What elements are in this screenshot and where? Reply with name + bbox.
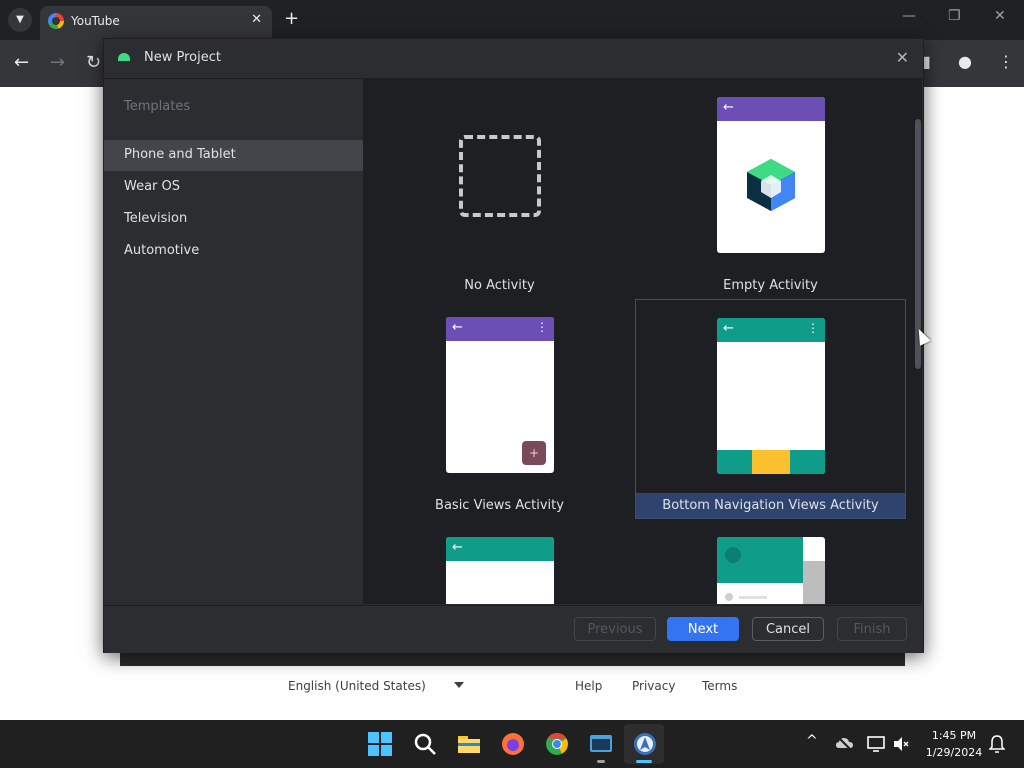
template-card-empty-activity[interactable]: ← Empty Activity [635, 79, 906, 299]
window-restore-button[interactable]: ❐ [948, 8, 961, 24]
google-favicon-icon [48, 13, 64, 29]
finish-button[interactable]: Finish [837, 617, 907, 641]
back-button[interactable]: ← [14, 52, 29, 73]
list-line [739, 596, 767, 599]
template-card-bottom-navigation-views-activity[interactable]: ← ⋮ Bottom Navigation Views Activity [635, 299, 906, 519]
bottom-navigation-bar [717, 450, 825, 474]
browser-tab-bar: ▼ YouTube ✕ + — ❐ ✕ [0, 0, 1024, 40]
profile-icon[interactable]: ● [958, 52, 972, 71]
app-bar: ← ⋮ [446, 317, 554, 341]
back-arrow-icon: ← [452, 540, 463, 555]
phone-preview: ← ⋮ [717, 318, 825, 474]
help-link[interactable]: Help [575, 679, 602, 693]
chrome-icon[interactable] [545, 732, 569, 756]
phone-preview: ← [446, 537, 554, 604]
tab-title: YouTube [71, 14, 120, 28]
template-label: No Activity [464, 278, 535, 293]
back-arrow-icon: ← [723, 321, 734, 336]
phone-preview: ⋮ [717, 537, 825, 604]
template-card-partial-left[interactable]: ← [364, 519, 635, 604]
tray-overflow-chevron-icon[interactable]: ^ [806, 733, 818, 749]
windows-start-icon[interactable] [368, 732, 392, 756]
bottom-nav-active-tab [752, 450, 790, 474]
sidebar-item-label: Television [124, 211, 188, 226]
terminal-running-indicator [597, 760, 605, 763]
terminal-app-icon[interactable] [589, 732, 613, 756]
privacy-link[interactable]: Privacy [632, 679, 675, 693]
app-bar: ← [717, 97, 825, 121]
templates-sidebar: Templates Phone and Tablet Wear OS Telev… [104, 79, 364, 604]
search-icon[interactable] [413, 732, 437, 756]
app-bar: ← ⋮ [717, 318, 825, 342]
language-dropdown-arrow-icon[interactable] [454, 682, 464, 688]
browser-tab-youtube[interactable]: YouTube ✕ [40, 6, 272, 40]
tab-search-chevron-icon[interactable]: ▼ [8, 8, 32, 32]
sidebar-item-wear-os[interactable]: Wear OS [104, 172, 363, 203]
sidebar-item-phone-and-tablet[interactable]: Phone and Tablet [104, 140, 363, 171]
header-avatar [725, 547, 741, 563]
fab-plus-icon: + [522, 441, 546, 465]
clock-time[interactable]: 1:45 PM [920, 729, 988, 742]
volume-muted-icon[interactable] [893, 732, 909, 756]
overflow-menu-icon: ⋮ [809, 540, 821, 554]
android-icon [118, 53, 130, 61]
cancel-button[interactable]: Cancel [752, 617, 824, 641]
android-studio-icon[interactable] [633, 732, 657, 756]
language-select[interactable]: English (United States) [288, 679, 426, 693]
new-project-dialog: New Project ✕ Templates Phone and Tablet… [103, 38, 924, 653]
sidebar-item-label: Wear OS [124, 179, 181, 194]
tab-close-icon[interactable]: ✕ [251, 12, 262, 27]
side-panel [803, 561, 825, 604]
file-explorer-icon[interactable] [457, 732, 481, 756]
app-bar: ← [446, 537, 554, 561]
template-label: Empty Activity [723, 278, 818, 293]
network-icon[interactable] [866, 732, 886, 756]
sidebar-item-television[interactable]: Television [104, 204, 363, 235]
template-gallery: No Activity ← Empty Activity ← ⋮ + Basic… [364, 79, 914, 604]
clock-date[interactable]: 1/29/2024 [920, 746, 988, 759]
browser-menu-icon[interactable]: ⋮ [998, 52, 1014, 71]
reload-button[interactable]: ↻ [86, 52, 101, 73]
notification-bell-icon[interactable] [989, 732, 1005, 756]
onedrive-offline-icon[interactable] [835, 732, 855, 756]
previous-button[interactable]: Previous [574, 617, 656, 641]
firefox-icon[interactable] [501, 732, 525, 756]
templates-header: Templates [124, 99, 191, 114]
android-studio-active-indicator [636, 760, 652, 763]
terms-link[interactable]: Terms [702, 679, 737, 693]
sidebar-item-label: Phone and Tablet [124, 147, 236, 162]
forward-button[interactable]: → [50, 52, 65, 73]
template-card-partial-right[interactable]: ⋮ [635, 519, 906, 604]
window-close-button[interactable]: ✕ [994, 8, 1006, 24]
new-tab-button[interactable]: + [284, 8, 299, 29]
sidebar-item-automotive[interactable]: Automotive [104, 236, 363, 267]
dialog-title-bar: New Project ✕ [104, 39, 923, 79]
template-card-no-activity[interactable]: No Activity [364, 79, 635, 299]
no-activity-placeholder-icon [459, 135, 541, 217]
list-dot [725, 593, 733, 601]
jetpack-compose-logo-icon [747, 159, 795, 211]
overflow-menu-icon: ⋮ [536, 320, 548, 334]
phone-preview: ← [717, 97, 825, 253]
window-minimize-button[interactable]: — [902, 8, 916, 24]
back-arrow-icon: ← [723, 100, 734, 115]
next-button[interactable]: Next [667, 617, 739, 641]
dialog-title: New Project [144, 50, 221, 65]
windows-taskbar: ^ 1:45 PM 1/29/2024 [0, 720, 1024, 768]
dialog-footer: Previous Next Cancel Finish [104, 605, 923, 653]
template-label: Basic Views Activity [435, 498, 564, 513]
back-arrow-icon: ← [452, 320, 463, 335]
collapsing-header [717, 537, 803, 583]
dialog-close-icon[interactable]: ✕ [896, 48, 909, 67]
template-card-basic-views-activity[interactable]: ← ⋮ + Basic Views Activity [364, 299, 635, 519]
overflow-menu-icon: ⋮ [807, 321, 819, 335]
template-label: Bottom Navigation Views Activity [636, 493, 905, 518]
sidebar-item-label: Automotive [124, 243, 200, 258]
phone-preview: ← ⋮ + [446, 317, 554, 473]
